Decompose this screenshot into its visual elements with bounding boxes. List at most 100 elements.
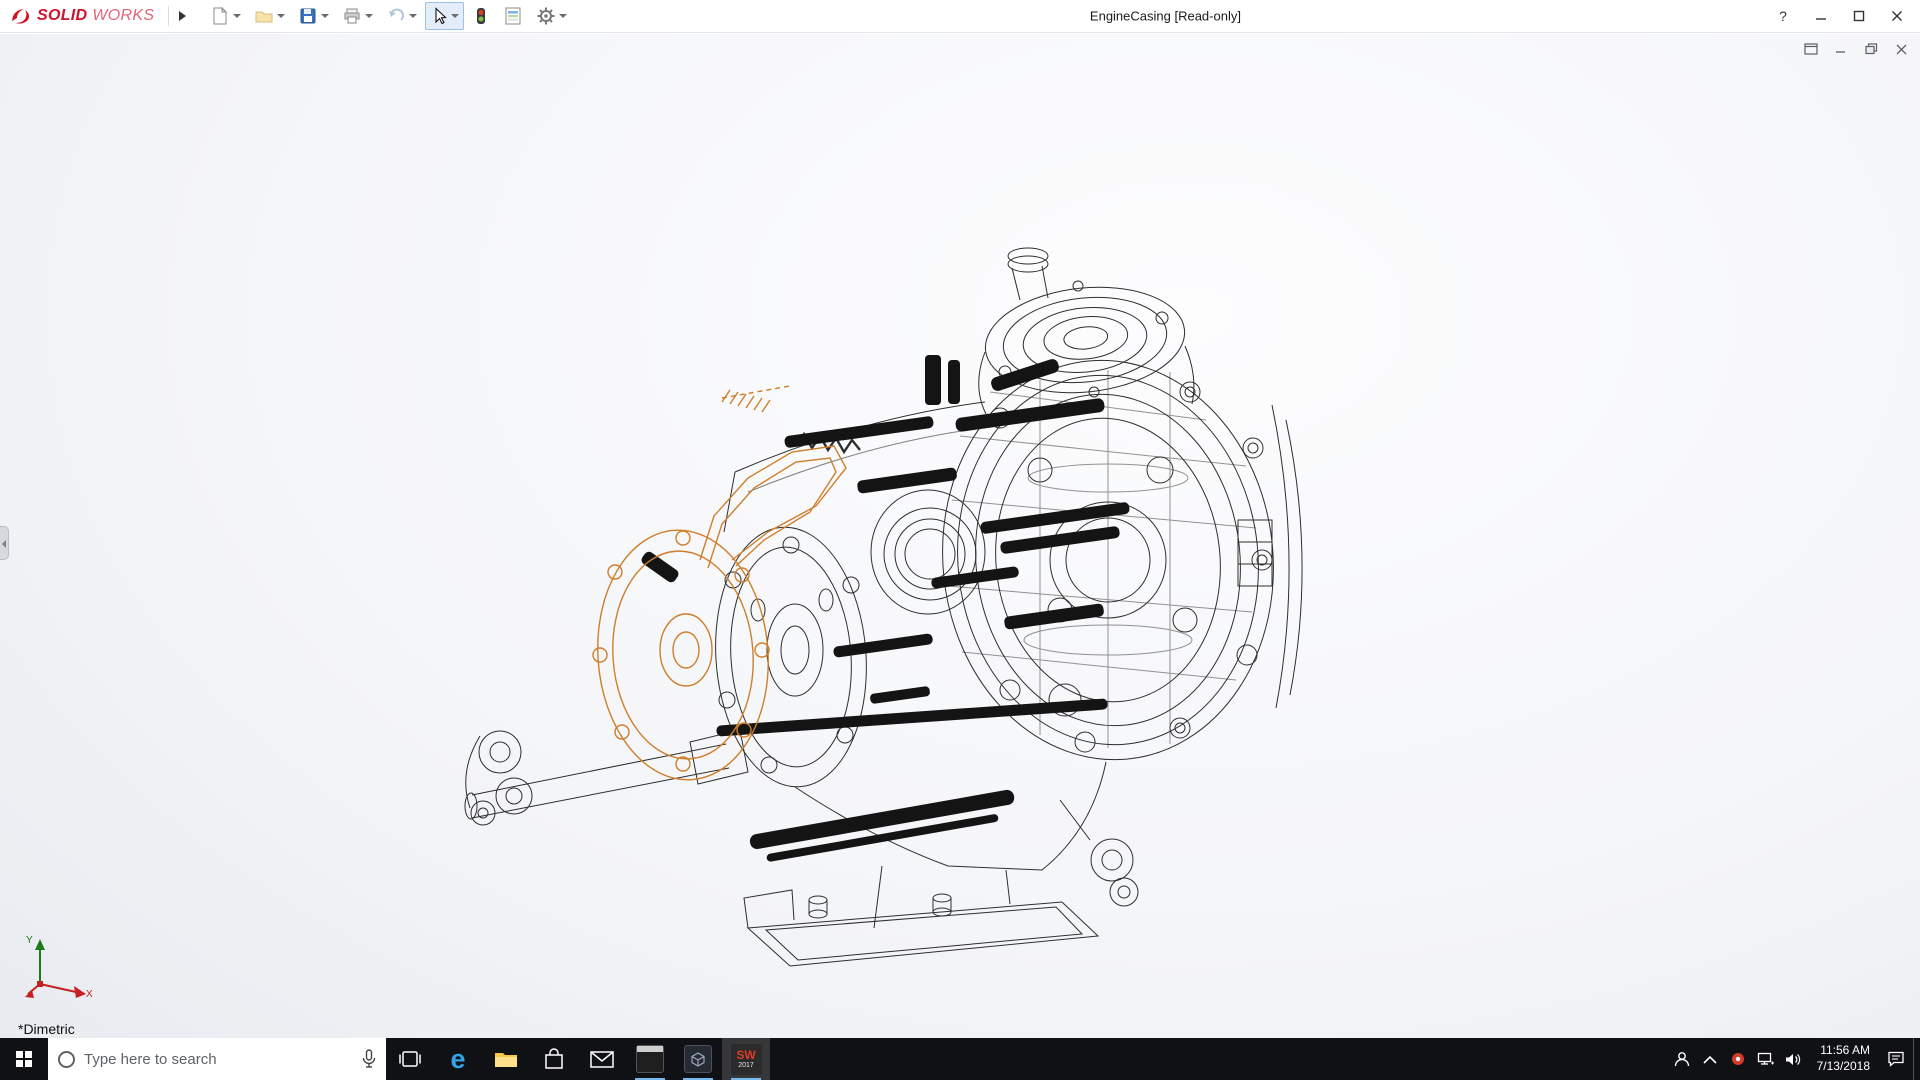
model-area	[0, 0, 1920, 1080]
menu-flyout-button[interactable]	[173, 4, 191, 28]
network-button[interactable]	[1752, 1038, 1780, 1080]
file-explorer-button[interactable]	[482, 1038, 530, 1080]
printer-icon	[342, 6, 362, 26]
undo-button[interactable]	[381, 2, 422, 30]
start-button[interactable]	[0, 1038, 48, 1080]
mail-button[interactable]	[578, 1038, 626, 1080]
volume-icon	[1785, 1052, 1802, 1067]
terminal-icon	[636, 1045, 664, 1073]
minimize-icon	[1815, 10, 1827, 22]
file-explorer-icon	[494, 1050, 518, 1069]
brand-solid: SOLID	[37, 7, 87, 25]
rebuild-button[interactable]	[467, 2, 495, 30]
terminal-button[interactable]	[626, 1038, 674, 1080]
close-button[interactable]	[1878, 2, 1916, 30]
mail-envelope-icon	[590, 1051, 614, 1068]
view-orientation-label: *Dimetric	[18, 1021, 75, 1037]
help-button[interactable]: ?	[1764, 2, 1802, 30]
status-app-button[interactable]	[1724, 1038, 1752, 1080]
print-button[interactable]	[337, 2, 378, 30]
store-button[interactable]	[530, 1038, 578, 1080]
system-tray: 11:56 AM 7/13/2018	[1668, 1038, 1920, 1080]
solidworks-logo: SOLID WORKS	[0, 6, 164, 26]
solidworks-window: SOLID WORKS	[0, 0, 1920, 1080]
people-icon	[1673, 1050, 1691, 1068]
rebuild-stoplight-icon	[472, 6, 490, 26]
task-view-icon	[399, 1050, 421, 1068]
save-button[interactable]	[293, 2, 334, 30]
ds-logo-icon	[10, 6, 32, 26]
red-status-icon	[1731, 1052, 1745, 1066]
new-document-icon	[210, 6, 230, 26]
taskbar-clock[interactable]: 11:56 AM 7/13/2018	[1808, 1038, 1879, 1080]
options-gear-icon	[536, 6, 556, 26]
triad-y-label: Y	[26, 935, 33, 946]
undo-arrow-icon	[386, 6, 406, 26]
solidworks-app-icon: SW 2017	[731, 1044, 762, 1075]
options-button[interactable]	[531, 2, 572, 30]
document-title: EngineCasing [Read-only]	[1090, 9, 1241, 24]
action-center-button[interactable]	[1879, 1038, 1913, 1080]
dropdown-caret-icon	[559, 14, 567, 18]
panel-collapse-tab[interactable]	[0, 526, 9, 560]
dropdown-caret-icon	[409, 14, 417, 18]
maximize-icon	[1853, 10, 1865, 22]
people-button[interactable]	[1668, 1038, 1696, 1080]
doc-close-button[interactable]	[1892, 41, 1910, 57]
brand-works: WORKS	[92, 7, 154, 25]
cube-app-icon	[684, 1045, 712, 1073]
file-properties-icon	[503, 6, 523, 26]
network-icon	[1757, 1052, 1774, 1067]
store-bag-icon	[544, 1048, 564, 1070]
volume-button[interactable]	[1780, 1038, 1808, 1080]
clock-date: 7/13/2018	[1817, 1059, 1870, 1075]
save-floppy-icon	[298, 6, 318, 26]
maximize-button[interactable]	[1840, 2, 1878, 30]
dropdown-caret-icon	[277, 14, 285, 18]
windows-taskbar: e	[0, 1038, 1920, 1080]
document-window-controls	[1802, 41, 1910, 57]
taskbar-app-icons: e	[386, 1038, 770, 1080]
minimize-button[interactable]	[1802, 2, 1840, 30]
help-icon: ?	[1779, 8, 1787, 24]
action-center-icon	[1887, 1051, 1905, 1067]
clock-time: 11:56 AM	[1820, 1043, 1870, 1059]
dropdown-caret-icon	[365, 14, 373, 18]
open-button[interactable]	[249, 2, 290, 30]
edge-button[interactable]: e	[434, 1038, 482, 1080]
graphics-viewport[interactable]: Y X *Dimetric	[0, 34, 1920, 1038]
solidworks-badge-text: SW	[736, 1049, 755, 1061]
windows-logo-icon	[16, 1051, 32, 1067]
divider	[168, 6, 169, 26]
quick-access-toolbar	[205, 2, 572, 30]
chevron-up-icon	[1703, 1055, 1717, 1064]
edge-icon: e	[450, 1046, 465, 1073]
doc-window-icon[interactable]	[1802, 41, 1820, 57]
flyout-arrow-icon	[179, 11, 186, 21]
dropdown-caret-icon	[321, 14, 329, 18]
solidworks-app-button[interactable]: SW 2017	[722, 1038, 770, 1080]
taskbar-search[interactable]	[48, 1038, 386, 1080]
doc-restore-button[interactable]	[1862, 41, 1880, 57]
dropdown-caret-icon	[451, 14, 459, 18]
show-desktop-button[interactable]	[1913, 1038, 1920, 1080]
task-view-button[interactable]	[386, 1038, 434, 1080]
engine-casing-wireframe[interactable]	[0, 0, 1920, 1080]
doc-minimize-button[interactable]	[1832, 41, 1850, 57]
cortana-icon	[58, 1051, 75, 1068]
new-document-button[interactable]	[205, 2, 246, 30]
file-properties-button[interactable]	[498, 2, 528, 30]
solidworks-badge-year: 2017	[738, 1062, 754, 1069]
close-icon	[1891, 10, 1903, 22]
window-controls: ?	[1764, 2, 1920, 30]
triad-x-label: X	[86, 989, 93, 1000]
cube-app-button[interactable]	[674, 1038, 722, 1080]
microphone-icon[interactable]	[362, 1049, 376, 1069]
title-bar: SOLID WORKS	[0, 0, 1920, 33]
select-tool-button[interactable]	[425, 2, 464, 30]
hidden-icons-button[interactable]	[1696, 1038, 1724, 1080]
open-folder-icon	[254, 6, 274, 26]
search-input[interactable]	[84, 1051, 353, 1068]
dropdown-caret-icon	[233, 14, 241, 18]
select-cursor-icon	[430, 7, 448, 25]
